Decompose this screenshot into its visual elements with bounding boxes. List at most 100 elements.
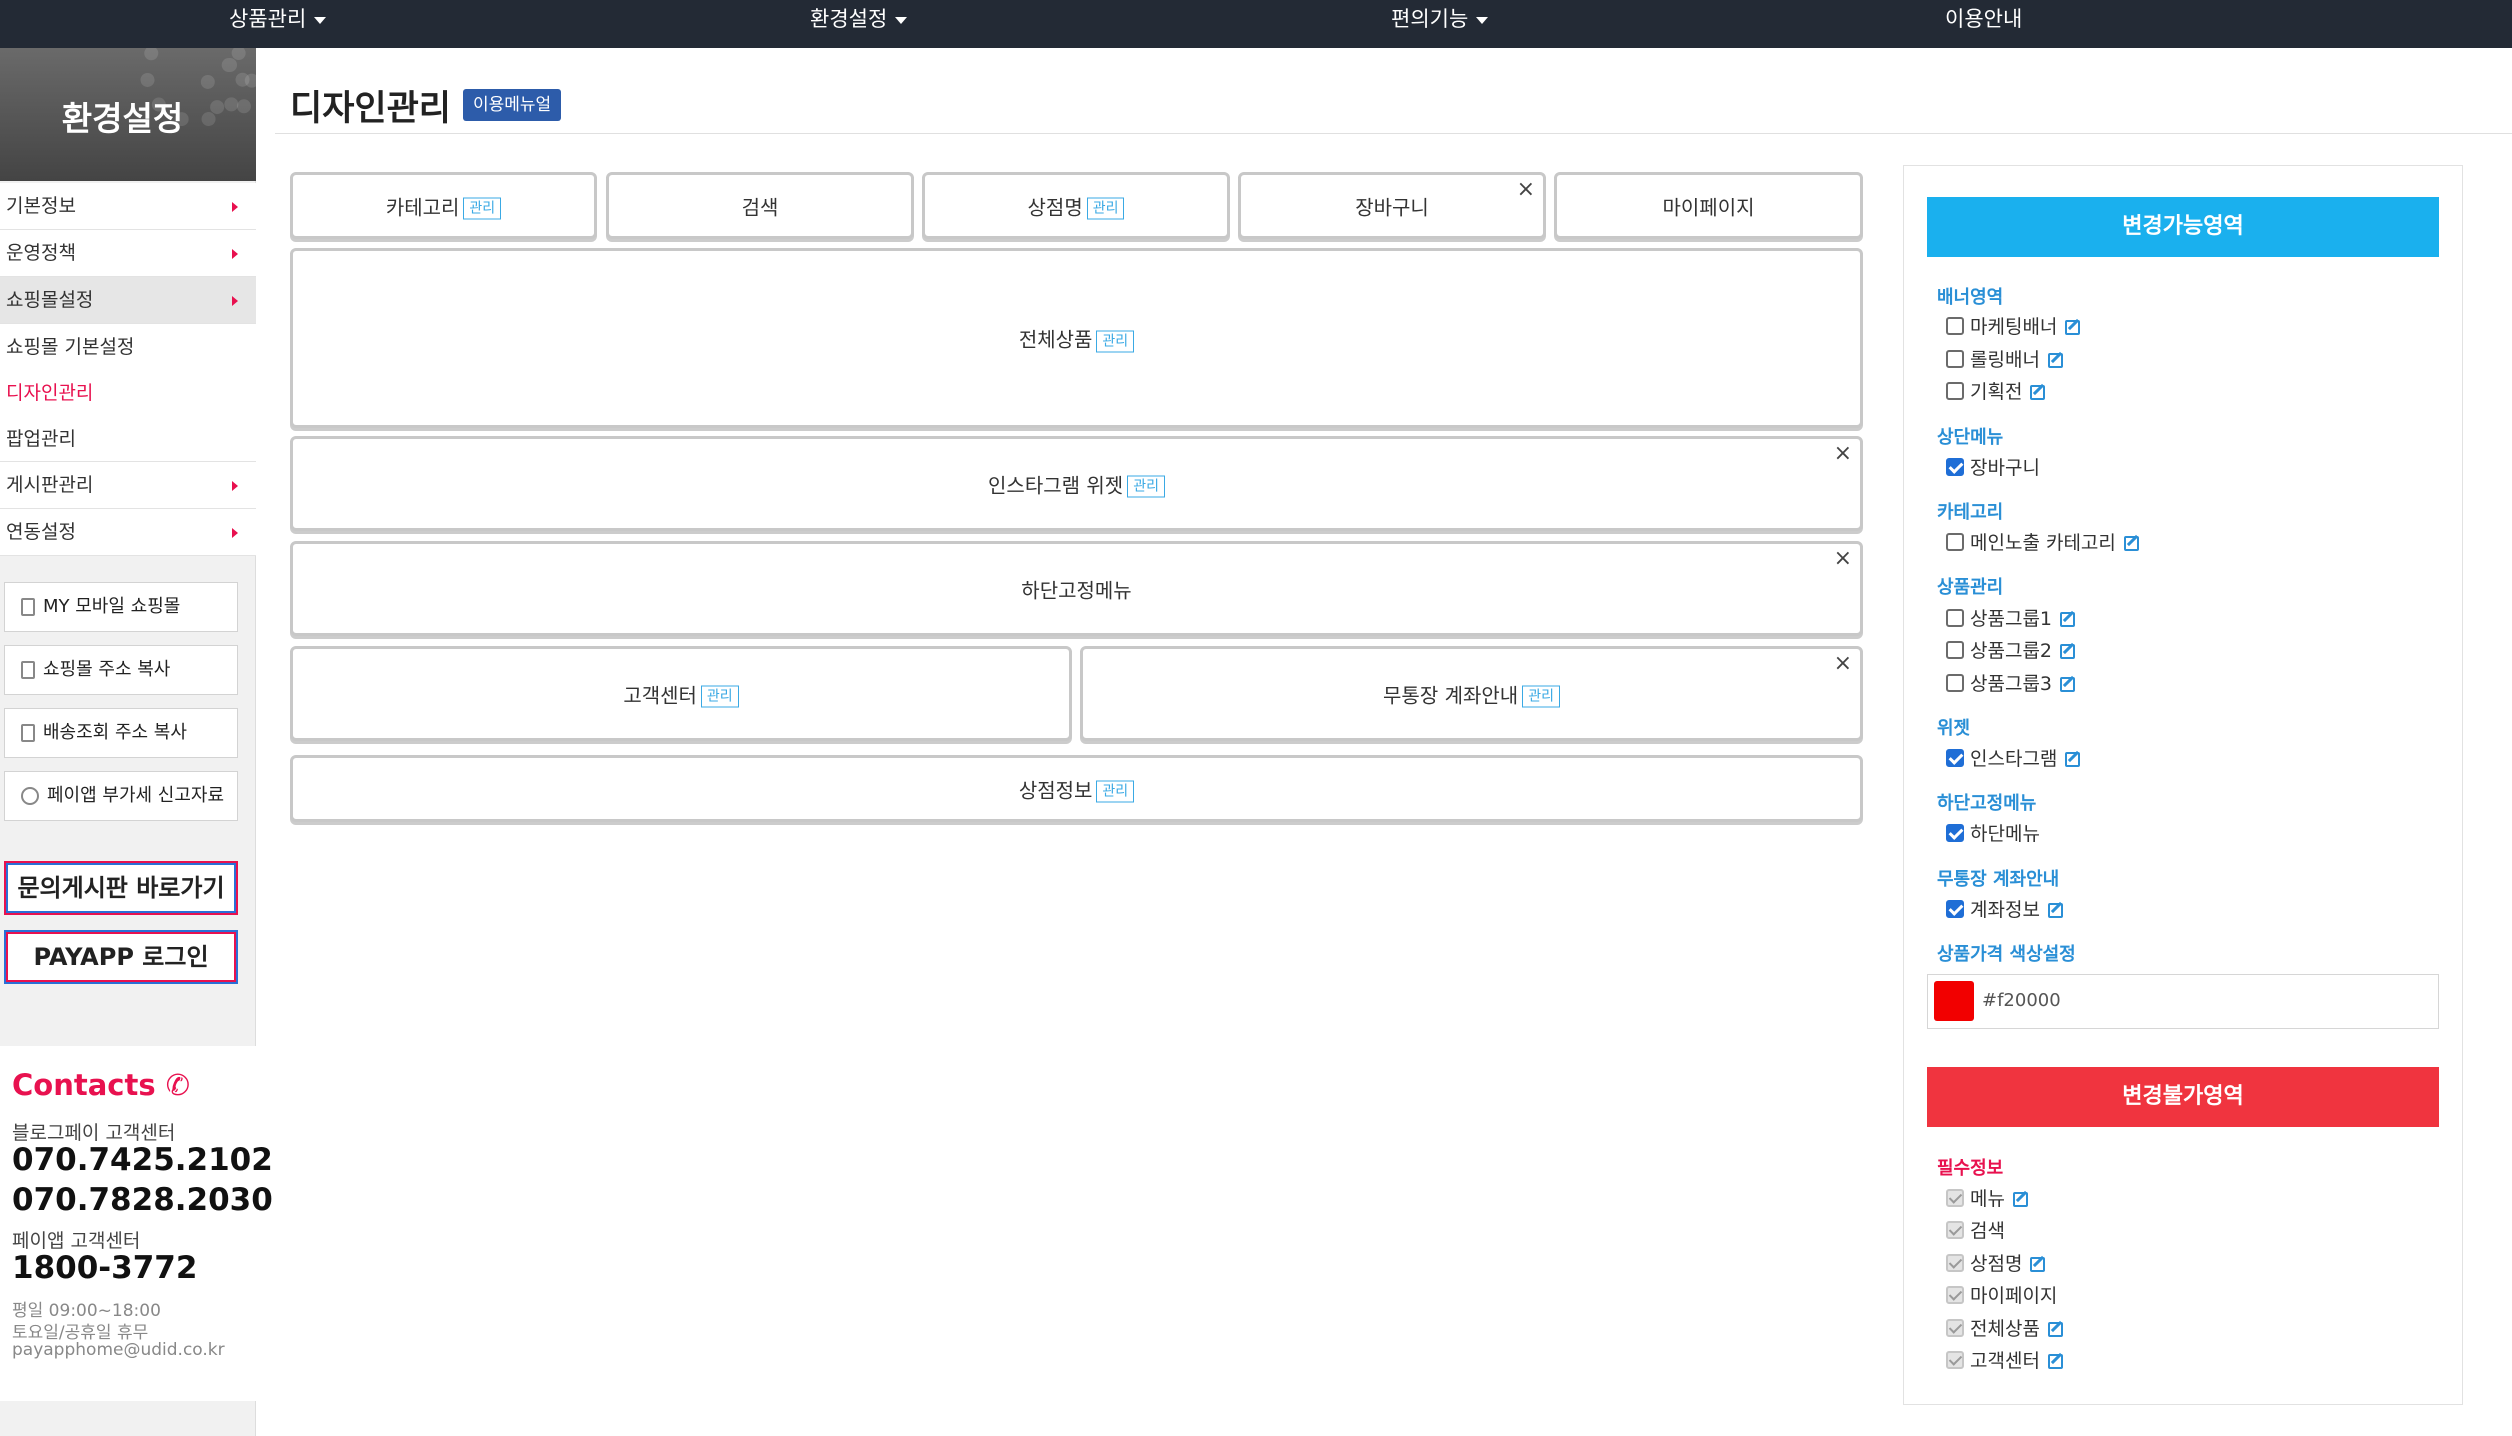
option-product-group-1[interactable]: 상품그룹1: [1946, 606, 2076, 632]
sidebar-item-popup[interactable]: 팝업관리: [0, 416, 256, 462]
checkbox-checked[interactable]: [1946, 899, 1964, 918]
arrow-right-icon: [232, 296, 238, 306]
changeable-area-header: 변경가능영역: [1927, 197, 2439, 257]
edit-icon[interactable]: [2047, 1354, 2063, 1369]
manage-button[interactable]: 관리: [1096, 780, 1135, 803]
checkbox-disabled: [1946, 1188, 1964, 1207]
chevron-down-icon: [314, 16, 327, 24]
checkbox[interactable]: [1946, 640, 1964, 659]
option-rolling-banner[interactable]: 롤링배너: [1946, 347, 2063, 373]
nav-convenience[interactable]: 편의기능: [1391, 0, 1489, 48]
layout-box-all-products[interactable]: 전체상품 관리: [290, 248, 1863, 428]
manage-button[interactable]: 관리: [700, 685, 739, 708]
checkbox[interactable]: [1946, 316, 1964, 335]
nav-product-management[interactable]: 상품관리: [229, 0, 327, 48]
layout-box-mypage[interactable]: 마이페이지: [1554, 172, 1863, 239]
layout-box-category[interactable]: 카테고리 관리: [290, 172, 597, 239]
close-icon[interactable]: ×: [1834, 651, 1852, 677]
edit-icon[interactable]: [2060, 644, 2076, 659]
contacts-panel: Contacts ✆ 블로그페이 고객센터 070.7425.2102 070.…: [0, 1046, 273, 1401]
copy-mall-url-button[interactable]: 쇼핑몰 주소 복사: [4, 645, 238, 695]
close-icon[interactable]: ×: [1834, 546, 1852, 572]
close-icon[interactable]: ×: [1834, 441, 1852, 467]
checkbox-checked[interactable]: [1946, 823, 1964, 842]
manage-button[interactable]: 관리: [463, 197, 502, 220]
mobile-icon: [21, 598, 35, 616]
blogpay-phone-1: 070.7425.2102: [12, 1142, 273, 1178]
edit-icon[interactable]: [2060, 677, 2076, 692]
edit-icon[interactable]: [2123, 536, 2139, 551]
checkbox-disabled: [1946, 1253, 1964, 1272]
arrow-right-icon: [232, 202, 238, 212]
edit-icon[interactable]: [2012, 1192, 2028, 1207]
checkbox-disabled: [1946, 1350, 1964, 1369]
edit-icon[interactable]: [2065, 320, 2081, 335]
edit-icon[interactable]: [2047, 1322, 2063, 1337]
blogpay-phone-2: 070.7828.2030: [12, 1182, 273, 1218]
sidebar-item-board[interactable]: 게시판관리: [0, 462, 256, 509]
document-icon: [21, 661, 35, 679]
nav-guide[interactable]: 이용안내: [1945, 0, 2022, 48]
payapp-center-label: 페이앱 고객센터: [12, 1230, 141, 1252]
sidebar-item-integration[interactable]: 연동설정: [0, 509, 256, 556]
edit-icon[interactable]: [2030, 1257, 2046, 1272]
option-required-search: 검색: [1946, 1218, 2005, 1244]
option-instagram[interactable]: 인스타그램: [1946, 746, 2081, 772]
sidebar-item-policy[interactable]: 운영정책: [0, 230, 256, 277]
price-color-input[interactable]: #f20000: [1927, 974, 2439, 1029]
layout-box-account-info[interactable]: × 무통장 계좌안내 관리: [1080, 646, 1863, 741]
chevron-down-icon: [895, 16, 908, 24]
sidebar-item-basic-info[interactable]: 기본정보: [0, 183, 256, 230]
layout-box-cart[interactable]: × 장바구니: [1238, 172, 1546, 239]
option-required-store-name: 상점명: [1946, 1251, 2046, 1277]
option-bottom-menu[interactable]: 하단메뉴: [1946, 821, 2040, 847]
nav-settings[interactable]: 환경설정: [810, 0, 908, 48]
sidebar-header: 환경설정: [0, 48, 256, 181]
my-mobile-mall-button[interactable]: MY 모바일 쇼핑몰: [4, 582, 238, 632]
checkbox-checked[interactable]: [1946, 457, 1964, 476]
color-swatch[interactable]: [1934, 981, 1974, 1021]
checkbox[interactable]: [1946, 349, 1964, 368]
inquiry-board-button[interactable]: 문의게시판 바로가기: [4, 861, 238, 915]
option-exhibition[interactable]: 기획전: [1946, 379, 2046, 405]
checkbox[interactable]: [1946, 532, 1964, 551]
option-product-group-3[interactable]: 상품그룹3: [1946, 671, 2076, 697]
layout-box-store-name[interactable]: 상점명 관리: [922, 172, 1230, 239]
sidebar-item-mall-settings[interactable]: 쇼핑몰설정: [0, 277, 256, 324]
layout-box-instagram[interactable]: × 인스타그램 위젯 관리: [290, 436, 1863, 531]
copy-tracking-url-button[interactable]: 배송조회 주소 복사: [4, 708, 238, 758]
checkbox[interactable]: [1946, 381, 1964, 400]
manage-button[interactable]: 관리: [1096, 330, 1135, 352]
option-required-all-products: 전체상품: [1946, 1316, 2063, 1342]
edit-icon[interactable]: [2047, 903, 2063, 918]
layout-box-search[interactable]: 검색: [606, 172, 914, 239]
section-widget: 위젯: [1937, 718, 1971, 739]
edit-icon[interactable]: [2060, 612, 2076, 627]
option-account-info[interactable]: 계좌정보: [1946, 897, 2063, 923]
blogpay-center-label: 블로그페이 고객센터: [12, 1122, 176, 1144]
vat-report-button[interactable]: 페이앱 부가세 신고자료: [4, 771, 238, 821]
payapp-login-button[interactable]: PAYAPP 로그인: [4, 930, 238, 984]
option-marketing-banner[interactable]: 마케팅배너: [1946, 314, 2081, 340]
layout-box-store-info[interactable]: 상점정보 관리: [290, 755, 1863, 822]
sidebar-item-design[interactable]: 디자인관리: [0, 370, 256, 416]
manual-button[interactable]: 이용메뉴얼: [463, 89, 562, 121]
layout-box-customer-center[interactable]: 고객센터 관리: [290, 646, 1072, 741]
manage-button[interactable]: 관리: [1522, 685, 1560, 708]
manage-button[interactable]: 관리: [1127, 475, 1165, 498]
option-product-group-2[interactable]: 상품그룹2: [1946, 638, 2076, 664]
arrow-right-icon: [232, 249, 238, 259]
layout-box-bottom-menu[interactable]: × 하단고정메뉴: [290, 541, 1863, 636]
edit-icon[interactable]: [2047, 353, 2063, 368]
section-product-management: 상품관리: [1937, 577, 2004, 598]
sidebar-item-mall-basic[interactable]: 쇼핑몰 기본설정: [0, 324, 256, 370]
option-cart[interactable]: 장바구니: [1946, 455, 2040, 481]
edit-icon[interactable]: [2065, 752, 2081, 767]
checkbox-checked[interactable]: [1946, 748, 1964, 767]
checkbox[interactable]: [1946, 673, 1964, 692]
manage-button[interactable]: 관리: [1086, 197, 1125, 220]
option-main-category[interactable]: 메인노출 카테고리: [1946, 530, 2139, 556]
edit-icon[interactable]: [2030, 385, 2046, 400]
contact-email: payapphome@udid.co.kr: [12, 1340, 225, 1360]
checkbox[interactable]: [1946, 608, 1964, 627]
